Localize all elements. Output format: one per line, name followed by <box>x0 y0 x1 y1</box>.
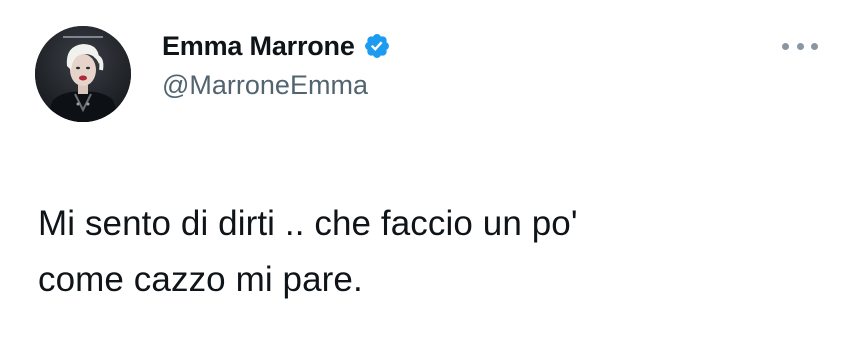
avatar[interactable] <box>35 26 131 122</box>
tweet-text-line: come cazzo mi pare. <box>38 260 363 299</box>
ellipsis-icon <box>796 42 804 50</box>
profile-photo-icon <box>35 26 131 122</box>
author-handle[interactable]: @MarroneEmma <box>162 70 368 101</box>
more-options-button[interactable] <box>782 36 818 56</box>
author-name-row[interactable]: Emma Marrone <box>162 28 391 64</box>
tweet-text: Mi sento di dirti .. che faccio un po' c… <box>38 196 828 308</box>
ellipsis-icon <box>811 42 818 50</box>
verified-badge-icon <box>363 32 391 60</box>
author-display-name[interactable]: Emma Marrone <box>162 31 355 62</box>
tweet-text-line: Mi sento di dirti .. che faccio un po' <box>38 204 578 243</box>
ellipsis-icon <box>782 42 789 50</box>
